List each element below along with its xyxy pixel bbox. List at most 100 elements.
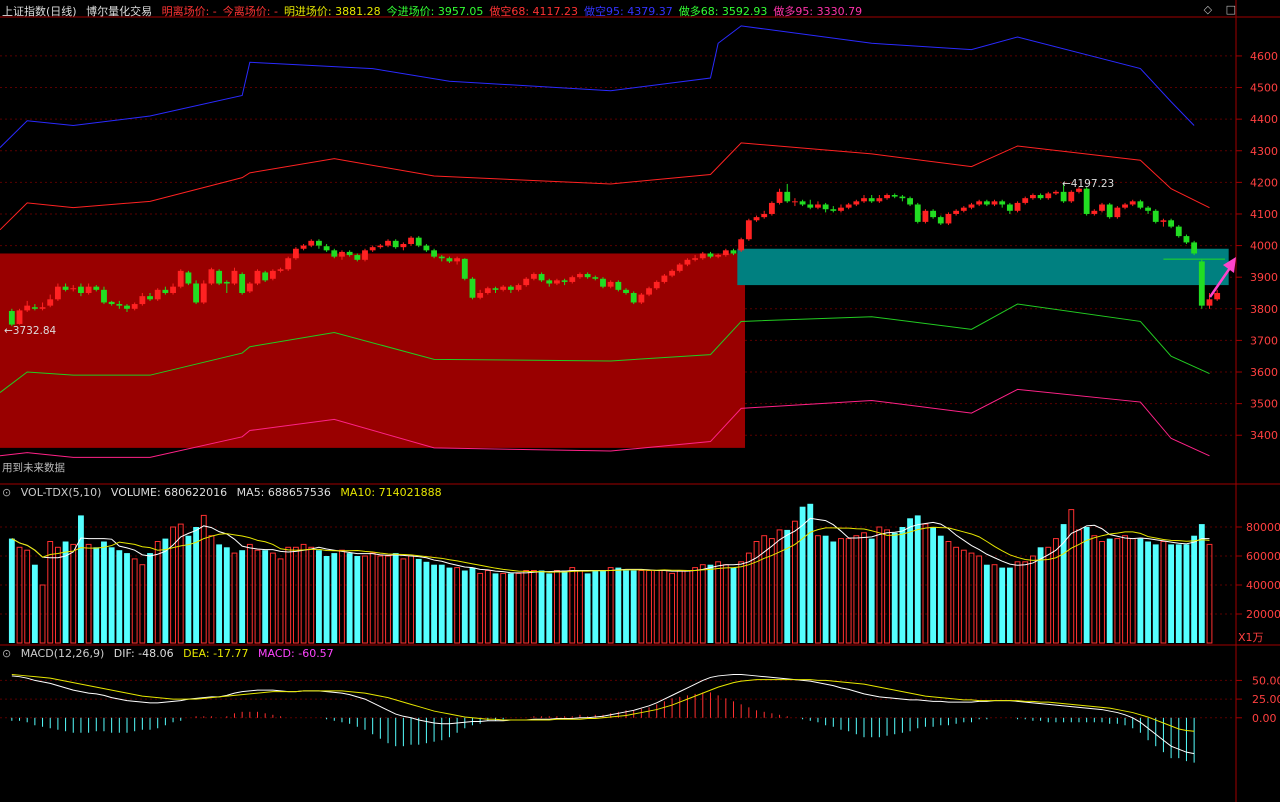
- volume-bar: [177, 523, 184, 644]
- candle-body: [423, 245, 430, 251]
- candle-body: [170, 286, 176, 293]
- candle-body: [630, 292, 637, 303]
- candle-body: [692, 258, 699, 260]
- candle-body: [269, 270, 276, 279]
- macd-tick-label: 25.00: [1252, 693, 1280, 706]
- window-controls: ◇ □: [1204, 3, 1236, 16]
- price-tick-label: 3400: [1250, 429, 1278, 442]
- candle-body: [331, 250, 338, 257]
- price-tick-label: 4400: [1250, 113, 1278, 126]
- volume-bar: [339, 549, 345, 644]
- volume-bar: [930, 527, 937, 643]
- candle-body: [162, 289, 169, 293]
- volume-bar: [1129, 538, 1136, 644]
- strategy-name: 博尔量化交易: [86, 5, 153, 18]
- candle-body: [1160, 220, 1167, 222]
- candle-body: [554, 280, 560, 284]
- vol-value: VOLUME: 680622016: [110, 486, 228, 499]
- volume-bar: [162, 538, 169, 643]
- diamond-icon[interactable]: ◇: [1204, 3, 1212, 16]
- volume-bar: [54, 546, 61, 644]
- strategy-item-5: 做空95: 4379.37: [584, 5, 673, 18]
- volume-bar: [600, 570, 606, 643]
- candle-body: [47, 299, 54, 306]
- volume-bar: [722, 564, 729, 644]
- candle-body: [515, 285, 522, 290]
- candle-body: [830, 209, 837, 211]
- candle-body: [745, 220, 752, 240]
- volume-bar: [200, 514, 207, 644]
- candle-body: [907, 198, 913, 205]
- volume-bar: [8, 538, 15, 643]
- candle-body: [93, 286, 100, 290]
- candle-body: [1045, 193, 1052, 199]
- strategy-price-items: 明离场价: - 今离场价: - 明进场价: 3881.28 今进场价: 3957.05…: [162, 5, 869, 18]
- candle-body: [953, 210, 960, 214]
- volume-bar: [507, 573, 514, 643]
- candle-body: [600, 278, 606, 287]
- volume-bar: [93, 547, 100, 643]
- volume-bar: [561, 570, 568, 643]
- volume-bar: [577, 570, 583, 644]
- strategy-item-6: 做多68: 3592.93: [678, 5, 768, 18]
- candle-body: [62, 286, 69, 290]
- volume-bar: [47, 541, 54, 644]
- price-tick-label: 3700: [1250, 334, 1278, 347]
- price-tick-label: 4000: [1250, 240, 1278, 253]
- candle-body: [131, 304, 138, 309]
- volume-bar: [269, 552, 276, 644]
- candle-body: [277, 269, 284, 271]
- volume-bar: [584, 573, 591, 643]
- volume-bar: [446, 567, 453, 643]
- candle-body: [1114, 207, 1121, 218]
- volume-bar: [400, 558, 407, 644]
- volume-bar: [1106, 538, 1113, 643]
- candle-body: [469, 278, 476, 298]
- macd-panel-toggle-icon[interactable]: ⊙: [2, 647, 11, 660]
- candle-body: [569, 277, 576, 282]
- volume-bar: [638, 570, 645, 644]
- volume-bar: [477, 572, 484, 644]
- vol-indicator-name[interactable]: VOL-TDX(5,10): [21, 486, 102, 499]
- price-tick-label: 3600: [1250, 366, 1278, 379]
- volume-bar: [1137, 538, 1144, 643]
- volume-bar: [308, 546, 315, 644]
- candle-body: [868, 198, 875, 202]
- volume-bar: [1045, 546, 1052, 644]
- volume-bar: [362, 555, 368, 644]
- square-icon[interactable]: □: [1226, 3, 1236, 16]
- volume-bar: [661, 570, 668, 644]
- candle-body: [31, 307, 38, 309]
- volume-bar: [1037, 547, 1044, 643]
- volume-bar: [1191, 535, 1198, 643]
- candle-body: [78, 286, 84, 293]
- candle-body: [308, 240, 315, 246]
- candle-body: [891, 195, 898, 197]
- volume-bar: [838, 538, 844, 644]
- candle-body: [1091, 210, 1098, 214]
- index-name[interactable]: 上证指数(日线): [2, 5, 77, 18]
- volume-panel-toggle-icon[interactable]: ⊙: [2, 486, 11, 499]
- macd-value: MACD: -60.57: [258, 647, 334, 660]
- volume-bar: [861, 532, 867, 644]
- candle-body: [70, 288, 77, 290]
- future-data-note: 用到未来数据: [2, 461, 65, 474]
- candle-body: [1122, 204, 1128, 208]
- high-marker-label: ←4197.23: [1062, 178, 1114, 190]
- candle-body: [592, 277, 599, 279]
- volume-bar: [730, 567, 737, 643]
- candle-body: [1022, 198, 1029, 203]
- volume-unit-label: X1万: [1238, 631, 1264, 644]
- candle-body: [538, 274, 545, 281]
- macd-indicator-name[interactable]: MACD(12,26,9): [21, 647, 105, 660]
- volume-bar: [738, 561, 745, 644]
- candle-body: [177, 270, 184, 287]
- stock-chart[interactable]: 3400 3500 3600 3700 3800 3900 4000 4100 4200 4300…: [0, 0, 1280, 802]
- volume-bar: [538, 570, 545, 643]
- candle-body: [561, 280, 568, 282]
- volume-bar: [139, 564, 146, 644]
- candle-body: [523, 278, 530, 286]
- volume-bar: [715, 561, 722, 644]
- candle-body: [147, 296, 153, 300]
- volume-bar: [684, 570, 691, 644]
